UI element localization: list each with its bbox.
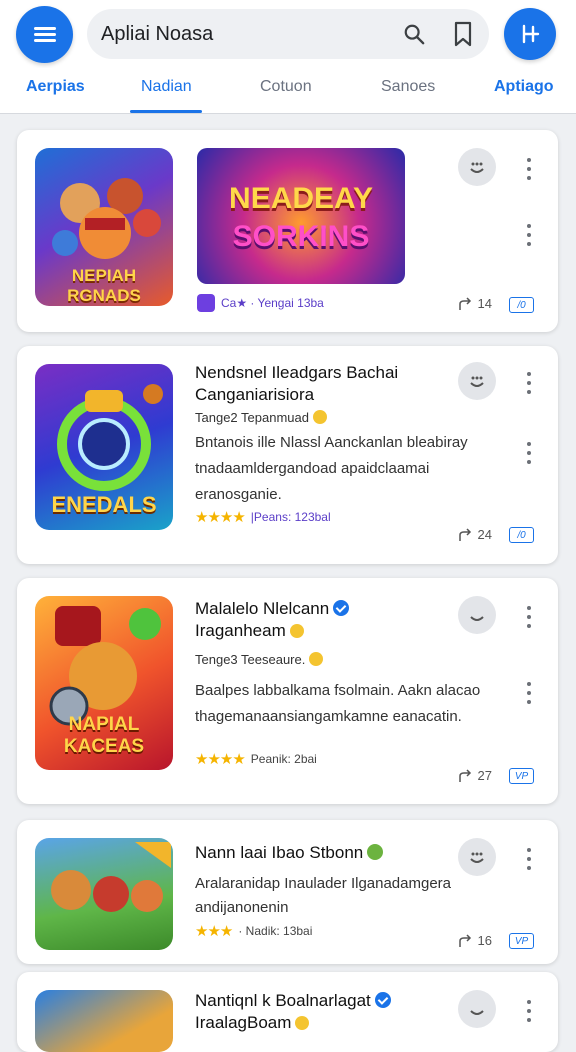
smiley-icon: [470, 376, 484, 387]
card-rating: ★★★★ Peanik: 2bai: [195, 751, 317, 768]
thumbnail-caption: ENEDALS: [51, 492, 157, 517]
card-meta: Ca★ · Yengai 13ba: [197, 294, 324, 312]
bookmark-icon[interactable]: [453, 21, 473, 47]
game-card[interactable]: Nantiqnl k Boalnarlagat IraalagBoam: [17, 972, 558, 1052]
tag-icon[interactable]: /0: [509, 297, 534, 313]
smiley-icon: [470, 162, 484, 173]
search-icon[interactable]: [403, 23, 425, 45]
more-vert-icon[interactable]: [526, 158, 532, 180]
share-icon: [458, 296, 471, 310]
tab-sanoes[interactable]: Sanoes: [381, 78, 435, 96]
search-bar[interactable]: Apliai Noasa: [87, 9, 489, 59]
more-vert-icon[interactable]: [526, 224, 532, 246]
game-thumbnail[interactable]: NAPIAL KACEAS: [35, 596, 173, 770]
card-title[interactable]: Malalelo Nlelcann: [195, 598, 455, 620]
tab-cotuon[interactable]: Cotuon: [260, 78, 312, 96]
tab-aerpias[interactable]: Aerpias: [26, 78, 85, 96]
share-icon: [458, 933, 471, 947]
star-rating-icon: ★★★★: [195, 751, 246, 768]
react-button[interactable]: [458, 362, 496, 400]
tab-aptiago[interactable]: Aptiago: [494, 78, 554, 96]
game-thumbnail[interactable]: ENEDALS: [35, 364, 173, 530]
card-subtitle: Tenge3 Teeseaure.: [195, 652, 324, 667]
more-vert-icon[interactable]: [526, 606, 532, 628]
share-icon: [458, 527, 471, 541]
card-title-line2: IraalagBoam: [195, 1012, 455, 1034]
card-title[interactable]: Nann laai Ibao Stbonn: [195, 842, 455, 864]
top-app-bar: Apliai Noasa: [0, 0, 576, 68]
react-button[interactable]: [458, 596, 496, 634]
tag-icon[interactable]: /0: [509, 527, 534, 543]
card-rating: ★★★★ |Peans: 123bal: [195, 509, 331, 526]
share-icon: [458, 768, 471, 782]
card-description: Baalpes labbalkama fsolmain. Aakn alacao…: [195, 682, 481, 725]
game-card[interactable]: NAPIAL KACEAS Malalelo Nlelcann Iraganhe…: [17, 578, 558, 804]
game-thumbnail[interactable]: [35, 990, 173, 1052]
card-rating: ★★★ · Nadik: 13bai: [195, 923, 313, 940]
react-button[interactable]: [458, 838, 496, 876]
more-vert-icon[interactable]: [526, 442, 532, 464]
emoji-icon: [309, 652, 324, 666]
game-thumbnail[interactable]: [35, 838, 173, 950]
share-count[interactable]: 24: [458, 527, 492, 542]
verified-icon: [367, 844, 384, 860]
tag-icon[interactable]: VP: [509, 768, 534, 784]
app-logo-icon: [197, 294, 215, 312]
more-vert-icon[interactable]: [526, 848, 532, 870]
star-rating-icon: ★★★: [195, 923, 233, 940]
share-count[interactable]: 27: [458, 768, 492, 783]
search-input[interactable]: Apliai Noasa: [101, 23, 213, 46]
react-button[interactable]: [458, 990, 496, 1028]
tab-indicator: [130, 110, 202, 113]
emoji-icon: [312, 410, 327, 424]
game-thumbnail[interactable]: NEPIAH RGNADS: [35, 148, 173, 306]
thumbnail-caption: NEPIAH RGNADS: [67, 266, 141, 305]
more-vert-icon[interactable]: [526, 372, 532, 394]
card-title-line2: Iraganheam: [195, 620, 455, 642]
card-title[interactable]: Nendsnel Ileadgars Bachai Canganiarisior…: [195, 362, 455, 406]
tag-icon[interactable]: VP: [509, 933, 534, 949]
game-art: [51, 842, 171, 912]
menu-button[interactable]: [16, 6, 73, 63]
game-banner[interactable]: NEADEAY SORKINS: [197, 148, 405, 284]
smiley-icon: [470, 1010, 484, 1015]
game-card[interactable]: Nann laai Ibao Stbonn Aralaranidap Inaul…: [17, 820, 558, 964]
share-count[interactable]: 14: [458, 296, 492, 311]
tab-nadian[interactable]: Nadian: [141, 78, 192, 96]
game-card[interactable]: ENEDALS Nendsnel Ileadgars Bachai Cangan…: [17, 346, 558, 564]
verified-icon: [333, 600, 350, 616]
share-count[interactable]: 16: [458, 933, 492, 948]
verified-icon: [374, 992, 391, 1008]
smiley-icon: [470, 616, 484, 621]
thumbnail-caption: NAPIAL KACEAS: [63, 714, 145, 757]
banner-text-1: NEADEAY: [229, 182, 373, 215]
category-tabs: Aerpias Nadian Cotuon Sanoes Aptiago: [0, 68, 576, 114]
card-description: Aralaranidap Inaulader Ilganadamgera and…: [195, 875, 452, 916]
add-button[interactable]: [504, 8, 556, 60]
react-button[interactable]: [458, 148, 496, 186]
more-vert-icon[interactable]: [526, 682, 532, 704]
card-description: Bntanois ille Nlassl Aanckanlan bleabira…: [195, 434, 468, 503]
game-card-featured[interactable]: NEPIAH RGNADS NEADEAY SORKINS Ca★ · Yeng…: [17, 130, 558, 332]
emoji-icon: [289, 624, 304, 638]
meta-text: Ca★ · Yengai 13ba: [221, 296, 324, 310]
add-icon: [522, 24, 540, 44]
hamburger-menu-icon: [33, 26, 56, 43]
card-title[interactable]: Nantiqnl k Boalnarlagat: [195, 990, 455, 1012]
more-vert-icon[interactable]: [526, 1000, 532, 1022]
card-subtitle: Tange2 Tepanmuad: [195, 410, 327, 425]
star-rating-icon: ★★★★: [195, 509, 246, 526]
smiley-icon: [470, 852, 484, 863]
banner-text-2: SORKINS: [232, 220, 370, 253]
emoji-icon: [295, 1016, 310, 1030]
